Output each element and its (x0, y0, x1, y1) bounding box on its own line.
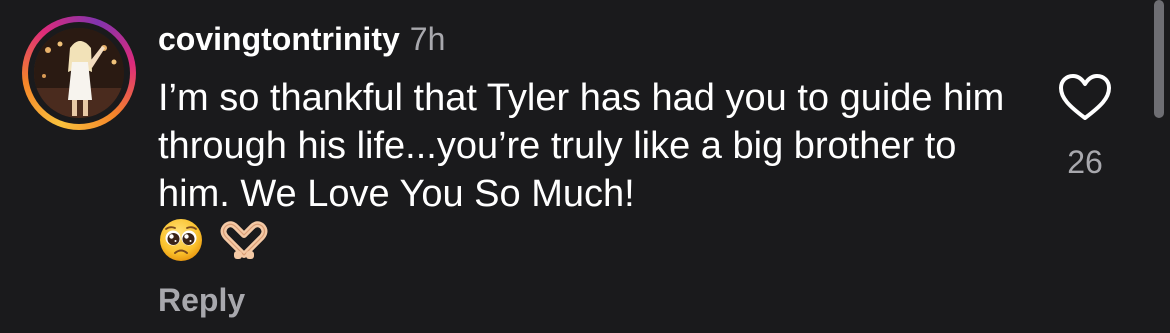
like-count: 26 (1067, 144, 1103, 180)
heart-hands-icon (220, 221, 268, 259)
username[interactable]: covingtontrinity (158, 21, 400, 57)
timestamp: 7h (409, 21, 446, 57)
avatar-photo (34, 28, 124, 118)
comment-item: covingtontrinity 7h I’m so thankful that … (0, 0, 1170, 333)
like-area: 26 (1055, 72, 1115, 181)
story-ring[interactable] (22, 16, 136, 130)
reply-button[interactable]: Reply (158, 282, 245, 319)
scrollbar[interactable] (1154, 0, 1164, 118)
avatar[interactable] (34, 28, 124, 118)
comment-header: covingtontrinity 7h (158, 20, 445, 58)
heart-icon[interactable] (1057, 72, 1113, 122)
comment-text: I’m so thankful that Tyler has had you t… (158, 77, 1005, 215)
pleading-face-icon (160, 219, 202, 261)
emoji-row (158, 215, 270, 265)
